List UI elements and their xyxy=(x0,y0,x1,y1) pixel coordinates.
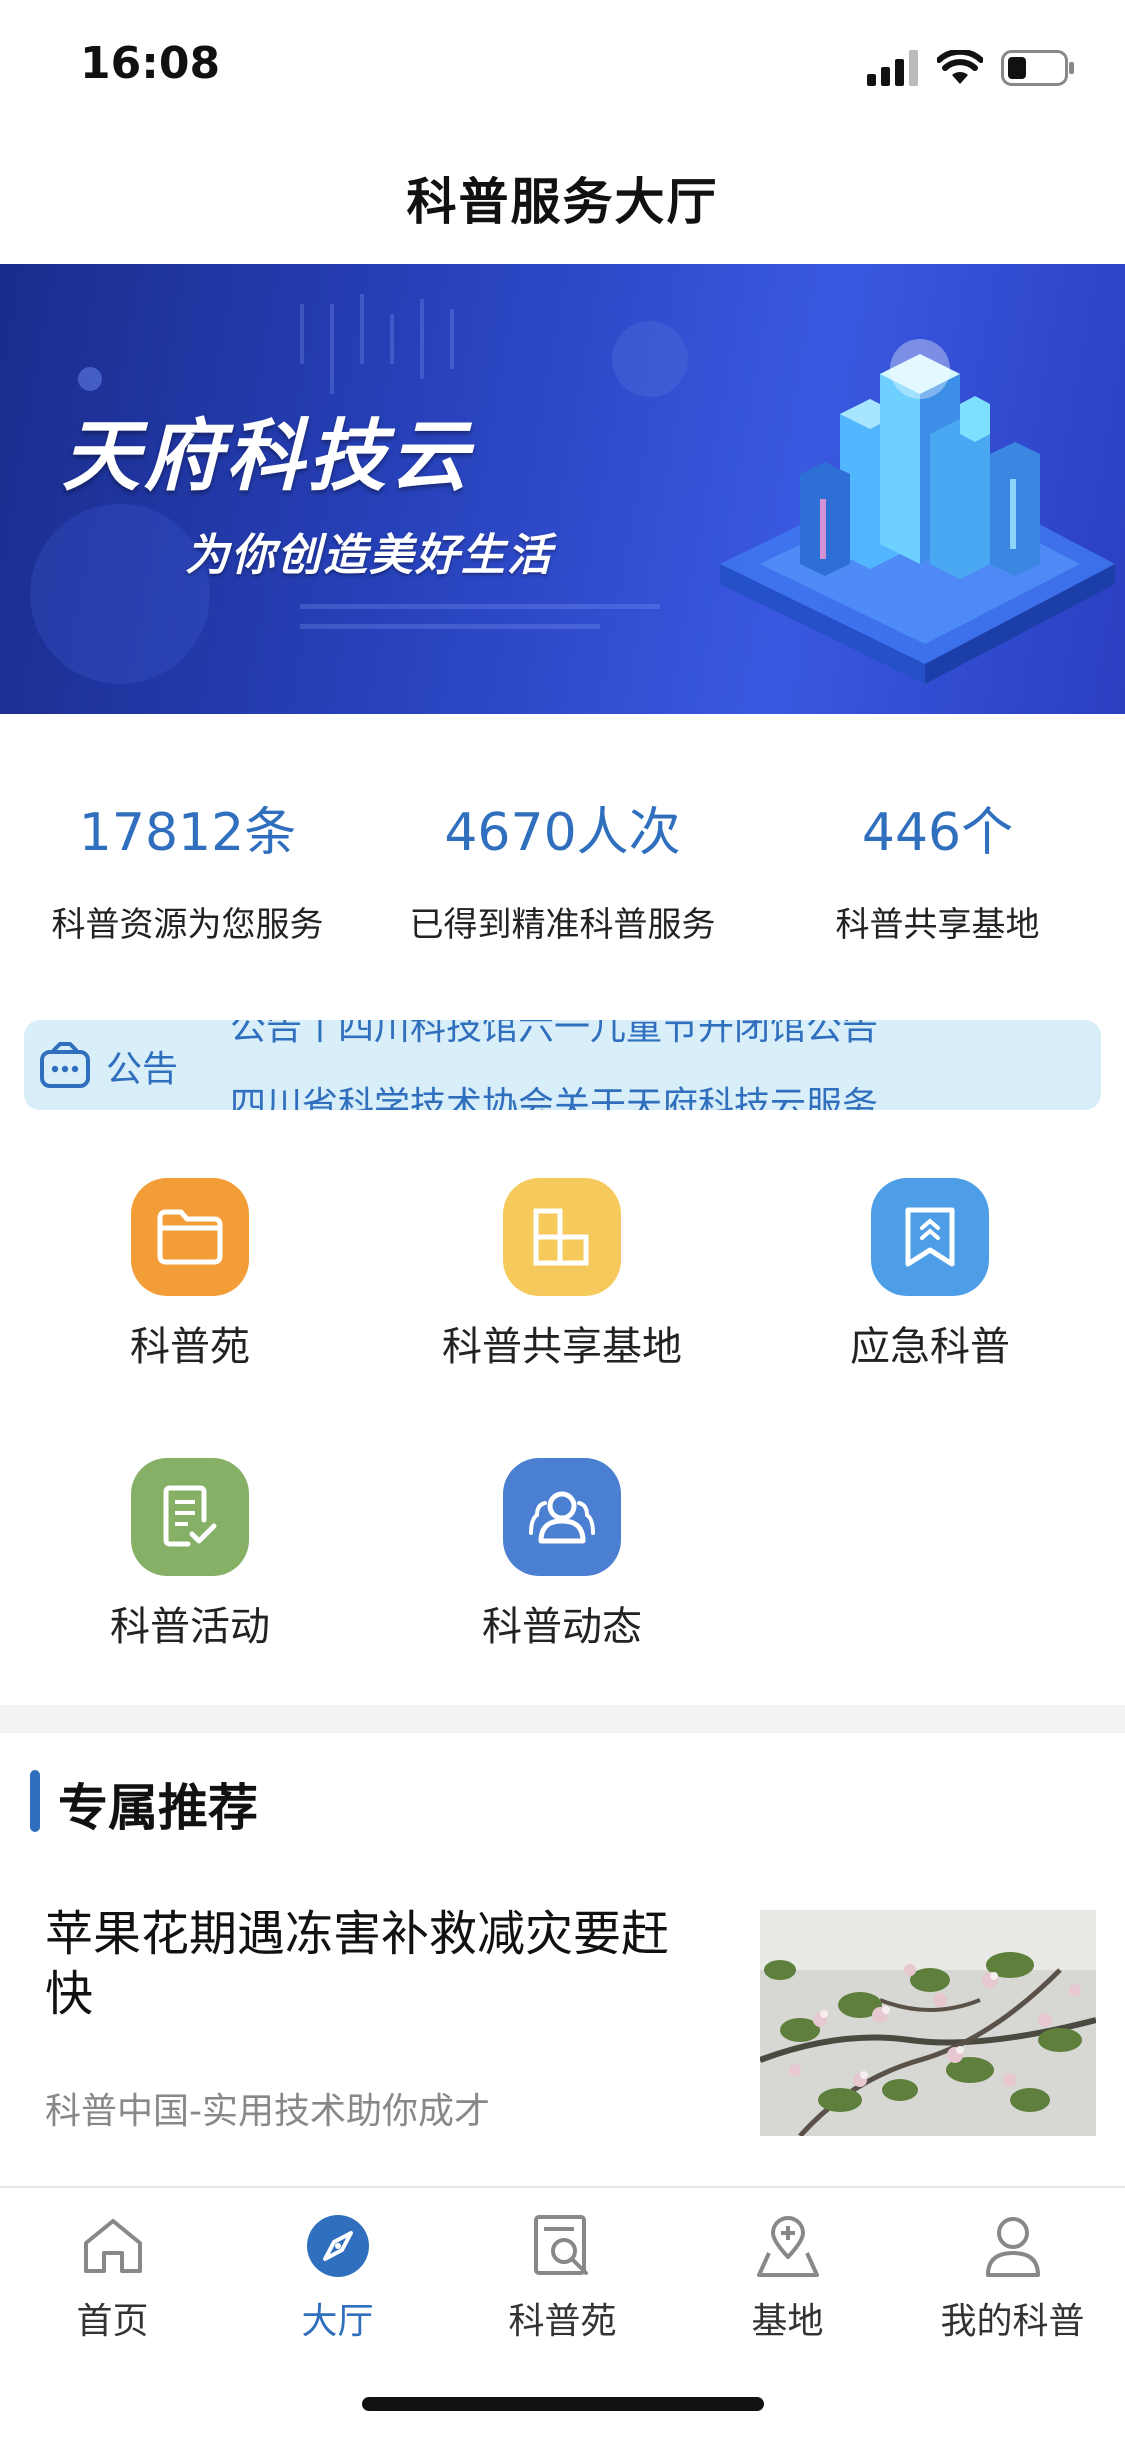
map-pin-icon xyxy=(675,2210,900,2282)
tab-hall[interactable]: 大厅 xyxy=(225,2210,450,2344)
tab-label: 大厅 xyxy=(301,2301,374,2342)
user-icon xyxy=(900,2210,1125,2282)
promo-banner[interactable]: 天府科技云 为你创造美好生活 xyxy=(0,264,1125,714)
stat-bases: 446个 科普共享基地 xyxy=(750,760,1125,960)
signal-icon xyxy=(867,50,918,86)
article-card[interactable]: 苹果花期遇冻害补救减灾要赶快 科普中国-实用技术助你成才 xyxy=(0,1890,1125,2180)
stat-value: 4670人次 xyxy=(444,803,681,863)
battery-icon xyxy=(1001,50,1074,86)
announcement-icon xyxy=(40,1042,90,1088)
bookmark-icon xyxy=(871,1178,989,1296)
tab-kepuyuan[interactable]: 科普苑 xyxy=(450,2210,675,2344)
tab-base[interactable]: 基地 xyxy=(675,2210,900,2344)
tab-label: 基地 xyxy=(751,2301,824,2342)
people-icon xyxy=(503,1458,621,1576)
document-search-icon xyxy=(450,2210,675,2282)
grid-label: 科普动态 xyxy=(482,1604,642,1650)
home-icon xyxy=(0,2210,225,2282)
grid-label: 应急科普 xyxy=(850,1324,1010,1370)
tab-label: 科普苑 xyxy=(508,2301,617,2342)
notice-item[interactable]: 公告丨四川科技馆六一儿童节开闭馆公告 xyxy=(230,1020,878,1050)
tab-home[interactable]: 首页 xyxy=(0,2210,225,2344)
stat-label: 已得到精准科普服务 xyxy=(409,905,716,945)
grid-item-share-base[interactable]: 科普共享基地 xyxy=(397,1178,727,1372)
status-time: 16:08 xyxy=(80,38,221,89)
section-accent-bar xyxy=(30,1770,40,1832)
grid-item-emergency[interactable]: 应急科普 xyxy=(765,1178,1095,1372)
grid-label: 科普活动 xyxy=(110,1604,270,1650)
compass-icon xyxy=(225,2210,450,2282)
grid-item-news[interactable]: 科普动态 xyxy=(397,1458,727,1652)
article-source: 科普中国-实用技术助你成才 xyxy=(45,2091,490,2132)
page-title: 科普服务大厅 xyxy=(406,173,719,231)
folder-icon xyxy=(131,1178,249,1296)
stat-served: 4670人次 已得到精准科普服务 xyxy=(375,760,750,960)
checklist-icon xyxy=(131,1458,249,1576)
navigation-bar: 科普服务大厅 xyxy=(0,132,1125,264)
tab-label: 首页 xyxy=(76,2301,149,2342)
stat-value: 17812条 xyxy=(78,803,297,863)
notice-item[interactable]: 四川省科学技术协会关于天府科技云服务 xyxy=(230,1076,878,1110)
grid-label: 科普苑 xyxy=(130,1324,250,1370)
grid-blocks-icon xyxy=(503,1178,621,1296)
home-indicator[interactable] xyxy=(362,2397,764,2411)
grid-label: 科普共享基地 xyxy=(442,1324,682,1370)
banner-title: 天府科技云 xyxy=(62,412,473,502)
section-divider xyxy=(0,1705,1125,1733)
stat-label: 科普资源为您服务 xyxy=(51,905,324,945)
stats-row: 17812条 科普资源为您服务 4670人次 已得到精准科普服务 446个 科普… xyxy=(0,760,1125,960)
status-bar: 16:08 xyxy=(0,0,1125,132)
stat-label: 科普共享基地 xyxy=(835,905,1040,945)
grid-item-kepuyuan[interactable]: 科普苑 xyxy=(25,1178,355,1372)
article-title: 苹果花期遇冻害补救减灾要赶快 xyxy=(45,1906,670,2022)
banner-subtitle: 为你创造美好生活 xyxy=(185,530,553,581)
status-icons xyxy=(867,48,1075,88)
article-thumbnail xyxy=(760,1910,1096,2136)
tab-label: 我的科普 xyxy=(940,2301,1085,2342)
notice-ticker[interactable]: 公告 公告丨四川科技馆六一儿童节开闭馆公告 四川省科学技术协会关于天府科技云服务 xyxy=(24,1020,1101,1110)
grid-item-activities[interactable]: 科普活动 xyxy=(25,1458,355,1652)
stat-resources: 17812条 科普资源为您服务 xyxy=(0,760,375,960)
section-title: 专属推荐 xyxy=(58,1779,258,1837)
stat-value: 446个 xyxy=(861,803,1014,863)
wifi-icon xyxy=(937,50,983,84)
notice-label: 公告 xyxy=(106,1049,179,1090)
tab-my[interactable]: 我的科普 xyxy=(900,2210,1125,2344)
